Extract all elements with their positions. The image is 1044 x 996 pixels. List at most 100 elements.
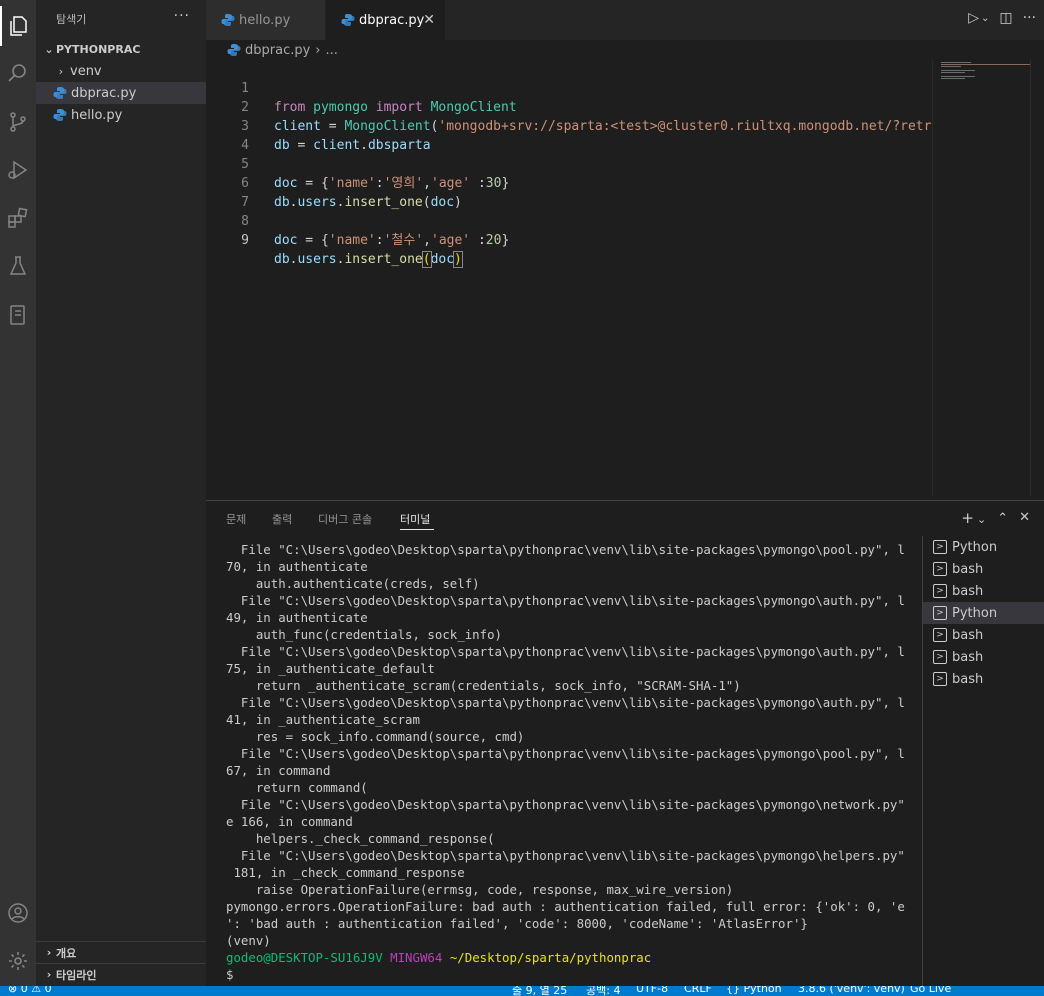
close-icon[interactable]: ✕ — [423, 12, 435, 28]
terminal-input-line[interactable]: $ — [226, 966, 906, 983]
chevron-down-icon[interactable]: ⌄ — [977, 513, 986, 527]
prompt-symbol: $ — [226, 967, 234, 982]
language-mode[interactable]: {} Python — [726, 986, 782, 995]
terminal-line: File "C:\Users\godeo\Desktop\sparta\pyth… — [226, 746, 906, 761]
run-debug-icon[interactable] — [0, 150, 36, 190]
terminal-line: File "C:\Users\godeo\Desktop\sparta\pyth… — [226, 644, 906, 659]
more-actions-icon[interactable]: ··· — [1023, 10, 1036, 26]
terminal-item[interactable]: > bash — [923, 558, 1044, 580]
explorer-sidebar: 탐색기 ··· ⌄ PYTHONPRAC › venv dbprac.py he… — [36, 0, 206, 986]
timeline-section[interactable]: › 타임라인 — [36, 963, 206, 985]
breadcrumb-separator: › — [315, 42, 321, 58]
tree-item-dbprac[interactable]: dbprac.py — [36, 82, 206, 104]
testing-icon[interactable] — [0, 246, 36, 286]
eol-status[interactable]: CRLF — [684, 986, 712, 995]
more-actions-icon[interactable]: ··· — [174, 8, 190, 24]
terminal-item-label: bash — [952, 649, 984, 665]
tab-dbprac-py[interactable]: dbprac.py ✕ — [326, 0, 445, 40]
chevron-right-icon: › — [46, 946, 52, 959]
terminal-line: res = sock_info.command(source, cmd) — [226, 729, 525, 744]
terminal-item-label: bash — [952, 671, 984, 687]
chevron-down-icon: ⌄ — [44, 42, 54, 56]
line-number: 9 — [241, 233, 249, 248]
notebook-icon[interactable] — [0, 295, 36, 335]
tree-item-venv[interactable]: › venv — [36, 60, 206, 82]
code-line: 4 — [206, 117, 249, 153]
code-line: 6 db.users.insert_one(doc) — [206, 155, 462, 210]
terminal-item-label: Python — [952, 539, 998, 555]
maximize-panel-icon[interactable]: ⌃ — [997, 511, 1008, 527]
code-content: doc = {'name':'영희','age' :30} — [274, 176, 510, 191]
code-line-current: 9 db.users.insert_one(doc) — [206, 212, 463, 268]
terminal-icon: > — [933, 628, 947, 642]
terminal-item-label: bash — [952, 583, 984, 599]
add-terminal-icon[interactable]: + — [961, 509, 974, 527]
tab-problems[interactable]: 문제 — [226, 511, 246, 527]
terminal-item-active[interactable]: > Python — [923, 602, 1044, 624]
encoding-status[interactable]: UTF-8 — [636, 986, 668, 995]
terminal-item[interactable]: > bash — [923, 646, 1044, 668]
terminal-line: auth_func(credentials, sock_info) — [226, 627, 503, 642]
timeline-label: 타임라인 — [56, 968, 97, 982]
tab-hello-py[interactable]: hello.py — [206, 0, 325, 40]
terminal-item[interactable]: > bash — [923, 624, 1044, 646]
python-interpreter[interactable]: 3.8.6 ('venv': venv) — [798, 986, 905, 995]
terminal-line: File "C:\Users\godeo\Desktop\sparta\pyth… — [226, 542, 906, 557]
active-tab-indicator — [400, 529, 434, 530]
explorer-title: 탐색기 — [56, 13, 87, 26]
settings-gear-icon[interactable] — [0, 941, 36, 981]
terminal-line: auth.authenticate(creds, self) — [226, 576, 480, 591]
run-icon[interactable]: ▷ — [968, 10, 979, 26]
tab-debug-console[interactable]: 디버그 콘솔 — [318, 511, 372, 527]
terminal-item-label: bash — [952, 627, 984, 643]
terminal-icon: > — [933, 562, 947, 576]
editor-scrollbar[interactable] — [1030, 60, 1044, 496]
extensions-icon[interactable] — [0, 198, 36, 238]
breadcrumb-file[interactable]: dbprac.py — [245, 43, 310, 58]
terminal-item-label: Python — [952, 605, 998, 621]
terminal-line: 75, in _authenticate_default — [226, 661, 435, 676]
tree-item-label: hello.py — [71, 107, 123, 123]
terminal-icon: > — [933, 584, 947, 598]
tab-label: dbprac.py — [359, 12, 425, 28]
terminal-output[interactable]: File "C:\Users\godeo\Desktop\sparta\pyth… — [226, 541, 906, 983]
editor-actions: ▷ ⌄ ◫ ··· — [968, 10, 1036, 26]
go-live-button[interactable]: Go Live — [910, 986, 951, 995]
terminal-item[interactable]: > bash — [923, 668, 1044, 690]
search-icon[interactable] — [0, 53, 36, 93]
python-file-icon — [341, 14, 355, 26]
chevron-down-icon[interactable]: ⌄ — [981, 13, 989, 26]
code-line: 5 doc = {'name':'영희','age' :30} — [206, 136, 509, 191]
source-control-icon[interactable] — [0, 102, 36, 142]
bottom-panel: 문제 출력 디버그 콘솔 터미널 + ⌄ ⌃ ✕ File "C:\Users\… — [206, 500, 1044, 987]
terminal-item[interactable]: > Python — [923, 536, 1044, 558]
minimap[interactable] — [932, 60, 1032, 496]
terminal-line: raise OperationFailure(errmsg, code, res… — [226, 882, 734, 897]
split-editor-icon[interactable]: ◫ — [999, 10, 1012, 26]
python-file-icon — [53, 109, 67, 121]
breadcrumb-symbol[interactable]: ... — [326, 43, 338, 58]
terminal-item[interactable]: > bash — [923, 580, 1044, 602]
tree-item-hello[interactable]: hello.py — [36, 104, 206, 126]
indentation-status[interactable]: 공백: 4 — [586, 986, 620, 996]
cursor-position[interactable]: 줄 9, 열 25 — [512, 986, 567, 996]
outline-label: 개요 — [56, 946, 77, 960]
workspace-folder[interactable]: ⌄ PYTHONPRAC — [36, 38, 206, 60]
code-line: 7 — [206, 174, 249, 210]
problems-status[interactable]: ⊗ 0 ⚠ 0 — [8, 986, 52, 995]
code-content: from pymongo import MongoClient — [274, 100, 517, 115]
account-icon[interactable] — [0, 893, 36, 933]
tree-item-label: venv — [70, 63, 102, 79]
breadcrumb: dbprac.py › ... — [206, 40, 1044, 60]
explorer-icon[interactable] — [0, 6, 36, 46]
terminal-list: > Python > bash > bash > Python > bash > bash … — [922, 536, 1044, 987]
code-line: 2 client = MongoClient('mongodb+srv://sp… — [206, 79, 947, 134]
tab-terminal[interactable]: 터미널 — [400, 511, 430, 527]
code-editor[interactable]: 1 from pymongo import MongoClient 2 clie… — [206, 60, 1044, 496]
code-content: db = client.dbsparta — [274, 138, 431, 153]
close-panel-icon[interactable]: ✕ — [1019, 510, 1030, 527]
tab-output[interactable]: 출력 — [272, 511, 292, 527]
terminal-icon: > — [933, 540, 947, 554]
outline-section[interactable]: › 개요 — [36, 941, 206, 963]
terminal-line: e 166, in command — [226, 814, 353, 829]
